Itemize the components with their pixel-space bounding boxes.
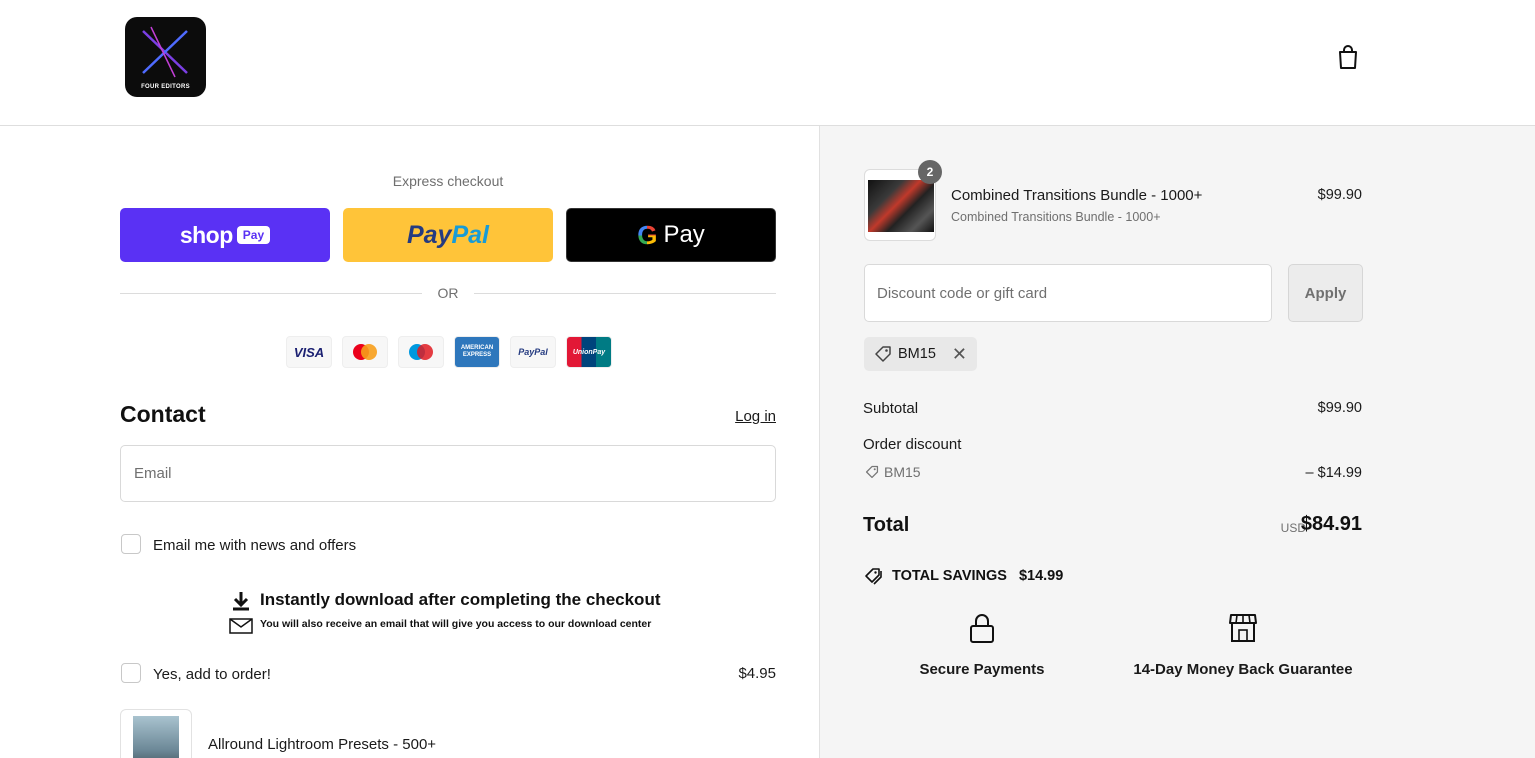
paypal-button[interactable]: Pay Pal: [343, 208, 553, 262]
product-variant: Combined Transitions Bundle - 1000+: [951, 210, 1161, 224]
tag-icon: [875, 346, 891, 362]
quantity-badge: 2: [918, 160, 942, 184]
total-savings-label: TOTAL SAVINGS: [892, 568, 1007, 584]
secure-payments-label: Secure Payments: [919, 661, 1045, 678]
subtotal-label: Subtotal: [863, 400, 919, 417]
google-pay-button[interactable]: G Pay: [566, 208, 776, 262]
logo-x-icon: [142, 26, 188, 78]
upsell-product-image: [120, 709, 192, 758]
divider: [474, 293, 776, 294]
discount-code-input[interactable]: [864, 264, 1272, 322]
order-discount-code-text: BM15: [884, 464, 921, 480]
unionpay-icon: UnionPay: [566, 336, 612, 368]
shop-pay-button[interactable]: shop Pay: [120, 208, 330, 262]
divider: [120, 293, 422, 294]
upsell-price: $4.95: [738, 665, 776, 682]
google-pay-wordmark: Pay: [663, 221, 705, 248]
maestro-icon: [398, 336, 444, 368]
product-name: Combined Transitions Bundle - 1000+: [951, 187, 1203, 204]
order-discount-label: Order discount: [863, 436, 962, 453]
order-summary: 2 Combined Transitions Bundle - 1000+ Co…: [819, 126, 1535, 758]
applied-discount-chip: BM15 ✕: [864, 337, 977, 371]
checkout-page: Tenereteam Tenereteam Tenereteam Teneret…: [0, 0, 1535, 758]
order-discount-value: – $14.99: [1305, 465, 1362, 481]
paypal-wordmark-part1: Pay: [406, 220, 452, 249]
subtotal-value: $99.90: [1317, 400, 1362, 416]
apply-discount-button[interactable]: Apply: [1288, 264, 1363, 322]
login-link[interactable]: Log in: [735, 408, 776, 425]
order-discount-code: BM15: [865, 464, 921, 480]
secure-payments-badge: Secure Payments: [919, 612, 1045, 678]
money-back-badge: 14-Day Money Back Guarantee: [1130, 612, 1356, 678]
total-label: Total: [863, 514, 910, 536]
total-value: $84.91: [1300, 513, 1362, 535]
product-price: $99.90: [1317, 187, 1362, 203]
tag-icon: [865, 465, 879, 479]
applied-discount-code: BM15: [898, 346, 936, 362]
shopping-bag-icon[interactable]: [1336, 44, 1360, 70]
checkout-form: Express checkout shop Pay Pay Pal G Pay O…: [0, 126, 819, 758]
download-icon: [229, 592, 253, 634]
contact-heading: Contact: [120, 401, 206, 427]
shop-pay-badge: Pay: [236, 226, 271, 244]
money-back-label: 14-Day Money Back Guarantee: [1133, 661, 1353, 678]
paypal-wordmark-part2: Pal: [451, 220, 489, 249]
instant-download-title: Instantly download after completing the …: [260, 590, 661, 609]
amex-icon: AMERICAN EXPRESS: [454, 336, 500, 368]
lock-icon: [970, 614, 994, 643]
instant-download-subtitle: You will also receive an email that will…: [260, 618, 652, 630]
upsell-product-name: Allround Lightroom Presets - 500+: [208, 736, 437, 753]
email-field[interactable]: [120, 445, 776, 502]
visa-icon: VISA: [286, 336, 332, 368]
accepted-cards: VISA AMERICAN EXPRESS PayPal UnionPay: [286, 336, 612, 368]
or-divider-text: OR: [437, 285, 459, 301]
tags-icon: [865, 568, 882, 585]
remove-discount-icon[interactable]: ✕: [952, 344, 967, 365]
total-savings-value: $14.99: [1018, 568, 1064, 584]
upsell-label: Yes, add to order!: [153, 666, 271, 683]
total-savings: TOTAL SAVINGS $14.99: [864, 567, 1063, 585]
store-logo[interactable]: FOUR EDITORS: [125, 17, 206, 97]
logo-text: FOUR EDITORS: [141, 84, 190, 90]
express-checkout-title: Express checkout: [392, 173, 504, 189]
shop-pay-wordmark: shop: [179, 221, 233, 248]
mastercard-icon: [342, 336, 388, 368]
newsletter-checkbox[interactable]: [121, 534, 141, 554]
google-g-icon: G: [637, 219, 658, 250]
site-header: FOUR EDITORS: [0, 0, 1535, 126]
store-icon: [1229, 614, 1257, 642]
upsell-checkbox[interactable]: [121, 663, 141, 683]
newsletter-label: Email me with news and offers: [153, 537, 357, 554]
paypal-card-icon: PayPal: [510, 336, 556, 368]
